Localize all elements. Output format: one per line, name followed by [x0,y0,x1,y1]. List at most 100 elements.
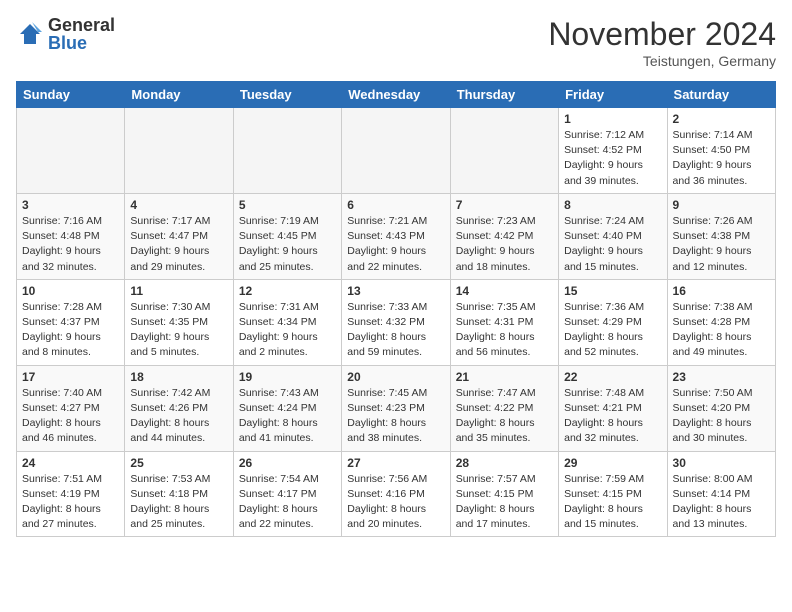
column-header-monday: Monday [125,82,233,108]
calendar-cell: 19 Sunrise: 7:43 AM Sunset: 4:24 PM Dayli… [233,365,341,451]
calendar-cell: 9Sunrise: 7:26 AM Sunset: 4:38 PM Daylig… [667,193,775,279]
day-number: 10 [22,284,119,298]
day-number: 16 [673,284,770,298]
column-header-wednesday: Wednesday [342,82,450,108]
day-number: 5 [239,198,336,212]
calendar-cell: 1 Sunrise: 7:12 AM Sunset: 4:52 PM Daylig… [559,108,667,194]
day-info: Sunrise: 7:50 AM Sunset: 4:20 PM Dayligh… [673,386,770,447]
calendar-cell: 4Sunrise: 7:17 AM Sunset: 4:47 PM Daylig… [125,193,233,279]
day-number: 27 [347,456,444,470]
week-row-3: 10 Sunrise: 7:28 AM Sunset: 4:37 PM Dayli… [17,279,776,365]
logo: General Blue [16,16,115,52]
day-info: Sunrise: 7:23 AM Sunset: 4:42 PM Dayligh… [456,214,553,275]
calendar-cell: 3 Sunrise: 7:16 AM Sunset: 4:48 PM Daylig… [17,193,125,279]
day-info: Sunrise: 7:51 AM Sunset: 4:19 PM Dayligh… [22,472,119,533]
day-info: Sunrise: 7:14 AM Sunset: 4:50 PM Dayligh… [673,128,770,189]
day-info: Sunrise: 7:36 AM Sunset: 4:29 PM Dayligh… [564,300,661,361]
day-info: Sunrise: 7:30 AM Sunset: 4:35 PM Dayligh… [130,300,227,361]
day-number: 2 [673,112,770,126]
day-number: 24 [22,456,119,470]
day-number: 18 [130,370,227,384]
day-number: 14 [456,284,553,298]
day-number: 1 [564,112,661,126]
day-number: 12 [239,284,336,298]
day-number: 3 [22,198,119,212]
day-info: Sunrise: 7:33 AM Sunset: 4:32 PM Dayligh… [347,300,444,361]
calendar-cell: 18 Sunrise: 7:42 AM Sunset: 4:26 PM Dayli… [125,365,233,451]
calendar-cell [17,108,125,194]
day-number: 23 [673,370,770,384]
calendar-cell: 7Sunrise: 7:23 AM Sunset: 4:42 PM Daylig… [450,193,558,279]
day-number: 11 [130,284,227,298]
calendar-cell: 27Sunrise: 7:56 AM Sunset: 4:16 PM Dayli… [342,451,450,537]
day-number: 15 [564,284,661,298]
column-header-thursday: Thursday [450,82,558,108]
day-number: 4 [130,198,227,212]
logo-general-text: General [48,16,115,34]
day-info: Sunrise: 7:47 AM Sunset: 4:22 PM Dayligh… [456,386,553,447]
day-info: Sunrise: 7:28 AM Sunset: 4:37 PM Dayligh… [22,300,119,361]
logo-text: General Blue [48,16,115,52]
day-info: Sunrise: 7:31 AM Sunset: 4:34 PM Dayligh… [239,300,336,361]
day-number: 20 [347,370,444,384]
day-info: Sunrise: 7:35 AM Sunset: 4:31 PM Dayligh… [456,300,553,361]
week-row-4: 17Sunrise: 7:40 AM Sunset: 4:27 PM Dayli… [17,365,776,451]
calendar-cell [233,108,341,194]
header: General Blue November 2024 Teistungen, G… [16,16,776,69]
calendar-cell: 24 Sunrise: 7:51 AM Sunset: 4:19 PM Dayli… [17,451,125,537]
day-number: 21 [456,370,553,384]
day-number: 26 [239,456,336,470]
day-info: Sunrise: 7:59 AM Sunset: 4:15 PM Dayligh… [564,472,661,533]
calendar-cell: 14 Sunrise: 7:35 AM Sunset: 4:31 PM Dayli… [450,279,558,365]
calendar-cell: 20Sunrise: 7:45 AM Sunset: 4:23 PM Dayli… [342,365,450,451]
day-info: Sunrise: 7:48 AM Sunset: 4:21 PM Dayligh… [564,386,661,447]
calendar-cell: 25 Sunrise: 7:53 AM Sunset: 4:18 PM Dayli… [125,451,233,537]
day-number: 22 [564,370,661,384]
day-info: Sunrise: 7:21 AM Sunset: 4:43 PM Dayligh… [347,214,444,275]
day-number: 13 [347,284,444,298]
calendar-cell: 26 Sunrise: 7:54 AM Sunset: 4:17 PM Dayli… [233,451,341,537]
calendar-cell: 11 Sunrise: 7:30 AM Sunset: 4:35 PM Dayli… [125,279,233,365]
column-header-sunday: Sunday [17,82,125,108]
calendar-cell: 22 Sunrise: 7:48 AM Sunset: 4:21 PM Dayli… [559,365,667,451]
day-number: 28 [456,456,553,470]
week-row-2: 3 Sunrise: 7:16 AM Sunset: 4:48 PM Daylig… [17,193,776,279]
logo-icon [16,20,44,48]
calendar-cell: 8Sunrise: 7:24 AM Sunset: 4:40 PM Daylig… [559,193,667,279]
calendar-cell: 23 Sunrise: 7:50 AM Sunset: 4:20 PM Dayli… [667,365,775,451]
day-number: 30 [673,456,770,470]
day-info: Sunrise: 7:16 AM Sunset: 4:48 PM Dayligh… [22,214,119,275]
location: Teistungen, Germany [548,53,776,69]
column-header-saturday: Saturday [667,82,775,108]
day-number: 25 [130,456,227,470]
day-info: Sunrise: 7:42 AM Sunset: 4:26 PM Dayligh… [130,386,227,447]
day-info: Sunrise: 7:40 AM Sunset: 4:27 PM Dayligh… [22,386,119,447]
calendar-table: SundayMondayTuesdayWednesdayThursdayFrid… [16,81,776,537]
day-number: 6 [347,198,444,212]
week-row-5: 24 Sunrise: 7:51 AM Sunset: 4:19 PM Dayli… [17,451,776,537]
calendar-cell: 16Sunrise: 7:38 AM Sunset: 4:28 PM Dayli… [667,279,775,365]
calendar-cell: 21 Sunrise: 7:47 AM Sunset: 4:22 PM Dayli… [450,365,558,451]
calendar-cell: 30Sunrise: 8:00 AM Sunset: 4:14 PM Dayli… [667,451,775,537]
header-row: SundayMondayTuesdayWednesdayThursdayFrid… [17,82,776,108]
day-info: Sunrise: 7:54 AM Sunset: 4:17 PM Dayligh… [239,472,336,533]
day-info: Sunrise: 7:12 AM Sunset: 4:52 PM Dayligh… [564,128,661,189]
calendar-cell [450,108,558,194]
day-info: Sunrise: 7:43 AM Sunset: 4:24 PM Dayligh… [239,386,336,447]
column-header-tuesday: Tuesday [233,82,341,108]
calendar-cell: 13 Sunrise: 7:33 AM Sunset: 4:32 PM Dayli… [342,279,450,365]
calendar-cell [125,108,233,194]
month-title: November 2024 [548,16,776,53]
logo-blue-text: Blue [48,34,115,52]
day-number: 29 [564,456,661,470]
calendar-cell: 10 Sunrise: 7:28 AM Sunset: 4:37 PM Dayli… [17,279,125,365]
calendar-cell: 12 Sunrise: 7:31 AM Sunset: 4:34 PM Dayli… [233,279,341,365]
column-header-friday: Friday [559,82,667,108]
calendar-cell: 28Sunrise: 7:57 AM Sunset: 4:15 PM Dayli… [450,451,558,537]
calendar-cell: 17Sunrise: 7:40 AM Sunset: 4:27 PM Dayli… [17,365,125,451]
day-number: 8 [564,198,661,212]
calendar-cell: 5Sunrise: 7:19 AM Sunset: 4:45 PM Daylig… [233,193,341,279]
day-info: Sunrise: 7:53 AM Sunset: 4:18 PM Dayligh… [130,472,227,533]
calendar-cell: 2 Sunrise: 7:14 AM Sunset: 4:50 PM Daylig… [667,108,775,194]
day-number: 19 [239,370,336,384]
